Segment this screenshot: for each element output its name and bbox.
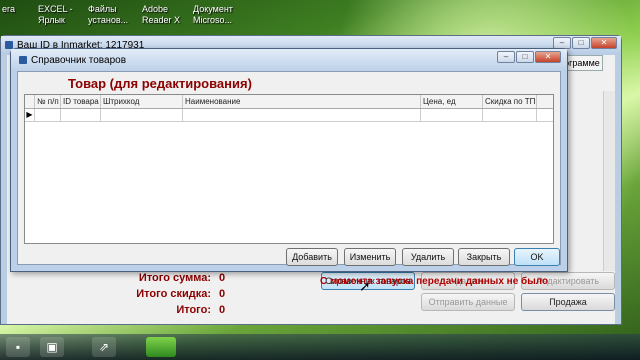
column-header-id[interactable]: ID товара (61, 95, 101, 108)
row-selector-icon: ▶ (25, 109, 35, 121)
add-button[interactable]: Добавить (286, 248, 338, 266)
grid-header-corner (25, 95, 35, 108)
change-button[interactable]: Изменить (344, 248, 396, 266)
product-catalog-dialog: Справочник товаров – □ ✕ Товар (для реда… (10, 48, 568, 272)
total-discount-value: 0 (219, 288, 226, 300)
total-sum-label: Итого сумма: (138, 272, 211, 284)
total-discount-row: Итого скидка: 0 (101, 288, 225, 300)
desktop-icons: era EXCEL - Ярлык Файлы установ... Adobe… (0, 0, 300, 30)
ok-button[interactable]: OK (514, 248, 560, 266)
total-row: Итого: 0 (101, 304, 225, 316)
app-icon (5, 41, 13, 49)
desktop-icon-label: Reader X (142, 15, 181, 25)
taskbar-app-icon[interactable]: ▣ (40, 337, 64, 357)
cell-number[interactable] (35, 109, 61, 121)
dialog-app-icon (19, 56, 27, 64)
cell-id[interactable] (61, 109, 101, 121)
cell-name[interactable] (183, 109, 421, 121)
cell-barcode[interactable] (101, 109, 183, 121)
dialog-window-controls: – □ ✕ (497, 51, 561, 63)
desktop-icon-files[interactable]: Файлы установ... (88, 4, 128, 26)
table-row[interactable]: ▶ (25, 109, 553, 122)
taskbar: ▪ ▣ ⇗ (0, 334, 640, 360)
desktop-icon-label: установ... (88, 15, 129, 25)
cell-discount[interactable] (483, 109, 537, 121)
total-discount-label: Итого скидка: (136, 288, 211, 300)
taskbar-item-icon[interactable]: ▪ (6, 337, 30, 357)
desktop-icon-label: EXCEL - (38, 4, 73, 14)
dialog-maximize-button[interactable]: □ (516, 51, 534, 63)
desktop-icon-label: Файлы (88, 4, 117, 14)
desktop-icon-label: Документ (193, 4, 233, 14)
total-label: Итого: (176, 304, 211, 316)
status-message: С момента запуска передачи данных не был… (320, 276, 549, 287)
desktop-icon-adobe-reader[interactable]: Adobe Reader X (142, 4, 180, 26)
dialog-body: Товар (для редактирования) № п/п ID това… (17, 71, 561, 266)
total-value: 0 (219, 304, 226, 316)
close-button[interactable]: ✕ (591, 37, 617, 49)
column-header-discount[interactable]: Скидка по ТП (483, 95, 537, 108)
desktop-icon-label: Adobe (142, 4, 169, 14)
column-header-price[interactable]: Цена, ед (421, 95, 483, 108)
column-header-name[interactable]: Наименование (183, 95, 421, 108)
desktop-icon-document[interactable]: Документ Microso... (193, 4, 233, 26)
column-header-number[interactable]: № п/п (35, 95, 61, 108)
send-data-button[interactable]: Отправить данные (421, 293, 515, 311)
cell-price[interactable] (421, 109, 483, 121)
close-dialog-button[interactable]: Закрыть (458, 248, 510, 266)
products-grid[interactable]: № п/п ID товара Штрихкод Наименование Це… (24, 94, 554, 244)
taskbar-active-window-icon[interactable] (146, 337, 176, 357)
sale-button[interactable]: Продажа (521, 293, 615, 311)
dialog-close-button[interactable]: ✕ (535, 51, 561, 63)
dialog-titlebar[interactable]: Справочник товаров (11, 49, 567, 71)
dialog-minimize-button[interactable]: – (497, 51, 515, 63)
desktop-icon-excel[interactable]: EXCEL - Ярлык (38, 4, 73, 26)
vertical-scrollbar[interactable] (603, 91, 615, 271)
total-sum-row: Итого сумма: 0 (101, 272, 225, 284)
desktop-icon-era[interactable]: era (2, 4, 15, 15)
taskbar-shortcut-icon[interactable]: ⇗ (92, 337, 116, 357)
total-sum-value: 0 (219, 272, 226, 284)
desktop-icon-label: era (2, 4, 16, 14)
mouse-cursor-icon: ➚ (359, 278, 371, 294)
desktop-icon-label: Ярлык (38, 15, 65, 25)
column-header-barcode[interactable]: Штрихкод (101, 95, 183, 108)
delete-button[interactable]: Удалить (402, 248, 454, 266)
desktop-icon-label: Microso... (193, 15, 233, 25)
dialog-heading: Товар (для редактирования) (68, 76, 252, 91)
maximize-button[interactable]: □ (572, 37, 590, 49)
dialog-title: Справочник товаров (31, 54, 126, 66)
grid-header: № п/п ID товара Штрихкод Наименование Це… (25, 95, 553, 109)
